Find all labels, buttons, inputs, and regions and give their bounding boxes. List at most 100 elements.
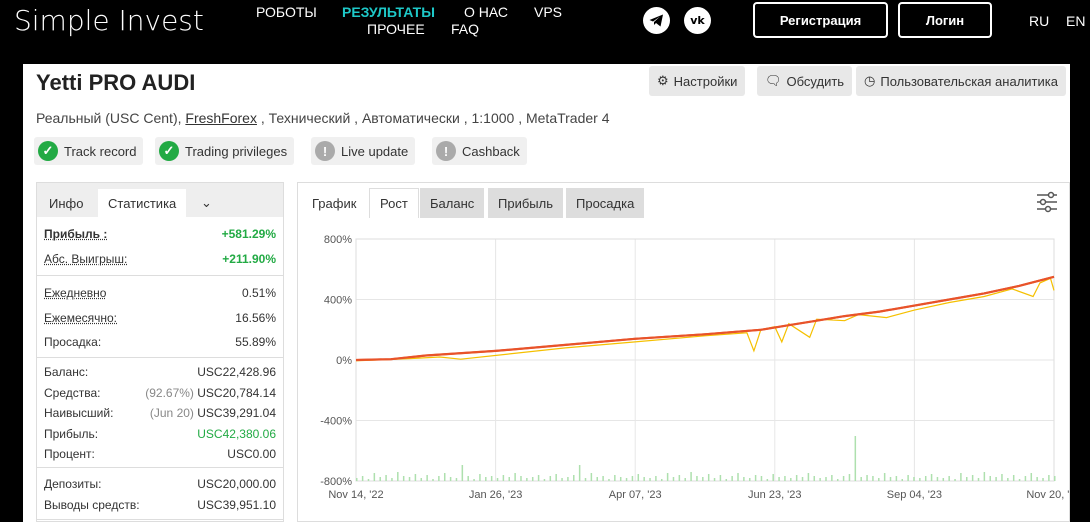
settings-button[interactable]: ⚙ Настройки <box>649 66 746 96</box>
volume-bar <box>625 478 628 481</box>
volume-bar <box>420 478 423 481</box>
tab-statistics[interactable]: Статистика <box>98 189 187 217</box>
chart-tabs: График Рост Баланс Прибыль Просадка <box>298 183 1069 219</box>
account-panel: Yetti PRO AUDI ⚙ Настройки 🗨 Обсудить ◷ … <box>23 64 1070 522</box>
volume-bar <box>889 477 892 481</box>
volume-bar <box>795 475 798 481</box>
volume-bar <box>807 473 810 481</box>
volume-bar <box>561 478 563 481</box>
volume-bar <box>919 478 921 481</box>
volume-bar <box>707 474 710 481</box>
tab-drawdown[interactable]: Просадка <box>566 188 645 218</box>
tab-growth[interactable]: Рост <box>369 188 419 218</box>
volume-bar <box>361 476 364 481</box>
volume-bar <box>772 474 774 481</box>
stat-row: Ежемесячно: 16.56% <box>44 311 276 325</box>
volume-bar <box>543 479 546 481</box>
volume-bar <box>514 473 516 481</box>
x-tick-label: Nov 20, '23 <box>1026 489 1069 501</box>
volume-bar <box>907 475 909 481</box>
volume-bar <box>731 476 733 481</box>
volume-bar <box>520 476 522 481</box>
volume-bar <box>661 479 663 481</box>
nav-results[interactable]: РЕЗУЛЬТАТЫ <box>342 4 435 20</box>
volume-bar <box>549 476 552 481</box>
volume-bar <box>426 475 428 481</box>
nav-other[interactable]: ПРОЧЕЕ <box>367 21 425 37</box>
sliders-icon[interactable] <box>1035 191 1059 213</box>
lang-ru[interactable]: RU <box>1029 13 1049 29</box>
volume-bar <box>455 478 458 481</box>
volume-bar <box>467 476 469 481</box>
stat-row: Баланс: USC22,428.96 <box>44 365 276 379</box>
broker-link[interactable]: FreshForex <box>185 110 257 126</box>
volume-bar <box>913 477 915 481</box>
vk-icon[interactable]: vk <box>684 7 711 34</box>
tab-info[interactable]: Инфо <box>39 189 93 217</box>
divider <box>37 275 283 276</box>
volume-bar <box>414 474 417 481</box>
volume-bar <box>449 477 452 481</box>
volume-bar <box>924 476 927 481</box>
volume-bar <box>1036 477 1038 481</box>
volume-bar <box>373 473 376 481</box>
discuss-button[interactable]: 🗨 Обсудить <box>757 66 853 96</box>
nav-vps[interactable]: VPS <box>534 4 562 20</box>
tab-profit[interactable]: Прибыль <box>488 188 563 218</box>
volume-bar <box>567 477 569 481</box>
nav-faq[interactable]: FAQ <box>451 21 479 37</box>
nav-robots[interactable]: РОБОТЫ <box>256 4 317 20</box>
volume-bar <box>748 478 751 481</box>
analytics-button[interactable]: ◷ Пользовательская аналитика <box>856 66 1066 96</box>
volume-bar <box>860 477 862 481</box>
volume-bar <box>725 479 728 481</box>
volume-bar <box>391 478 393 481</box>
volume-bar <box>878 478 880 481</box>
volume-bar <box>719 475 722 481</box>
login-button[interactable]: Логин <box>898 2 992 38</box>
volume-bar <box>1042 478 1044 481</box>
tab-chart[interactable]: График <box>302 188 366 218</box>
volume-bar <box>754 475 757 481</box>
volume-bar <box>573 475 575 481</box>
stat-row: Процент: USC0.00 <box>44 447 276 461</box>
volume-bar <box>408 477 411 481</box>
volume-bar <box>590 473 593 481</box>
volume-bar <box>690 472 692 481</box>
volume-bar <box>485 477 487 481</box>
volume-bar <box>684 478 686 481</box>
volume-bar <box>379 477 381 481</box>
stat-row: Наивысший: (Jun 20) USC39,291.04 <box>44 406 276 420</box>
volume-bar <box>443 473 446 481</box>
growth-chart[interactable]: 800% 400% 0% -400% -800%Nov 14, '22 Jan 26, '… <box>298 219 1069 519</box>
series-line <box>355 277 1055 362</box>
telegram-icon[interactable] <box>643 7 670 34</box>
site-logo[interactable]: Simple Invest <box>14 4 204 37</box>
x-tick-label: Jun 23, '23 <box>748 489 801 501</box>
nav-about[interactable]: О НАС <box>464 4 508 20</box>
volume-bar <box>608 479 610 481</box>
volume-bar <box>784 476 786 481</box>
check-icon: ✓ <box>38 141 58 161</box>
volume-bar <box>631 476 634 481</box>
volume-bar <box>678 475 681 481</box>
tab-balance[interactable]: Баланс <box>420 188 485 218</box>
volume-bar <box>473 479 475 481</box>
lang-en[interactable]: EN <box>1066 13 1085 29</box>
x-tick-label: Sep 04, '23 <box>887 489 942 501</box>
register-button[interactable]: Регистрация <box>753 2 888 38</box>
x-tick-label: Nov 14, '22 <box>328 489 383 501</box>
volume-bar <box>1030 473 1033 481</box>
volume-bar <box>402 476 405 481</box>
stat-row: Абс. Выигрыш: +211.90% <box>44 252 276 266</box>
chevron-down-icon[interactable]: ⌄ <box>191 189 222 217</box>
volume-bar <box>966 477 968 481</box>
y-tick-label: -400% <box>320 416 352 428</box>
y-tick-label: 0% <box>336 355 352 367</box>
volume-bar <box>1012 475 1015 481</box>
volume-bar <box>655 476 657 481</box>
stat-row: Прибыль: USC42,380.06 <box>44 427 276 441</box>
volume-bar <box>989 476 991 481</box>
volume-bar <box>766 479 769 481</box>
comment-icon: 🗨 <box>765 73 782 88</box>
